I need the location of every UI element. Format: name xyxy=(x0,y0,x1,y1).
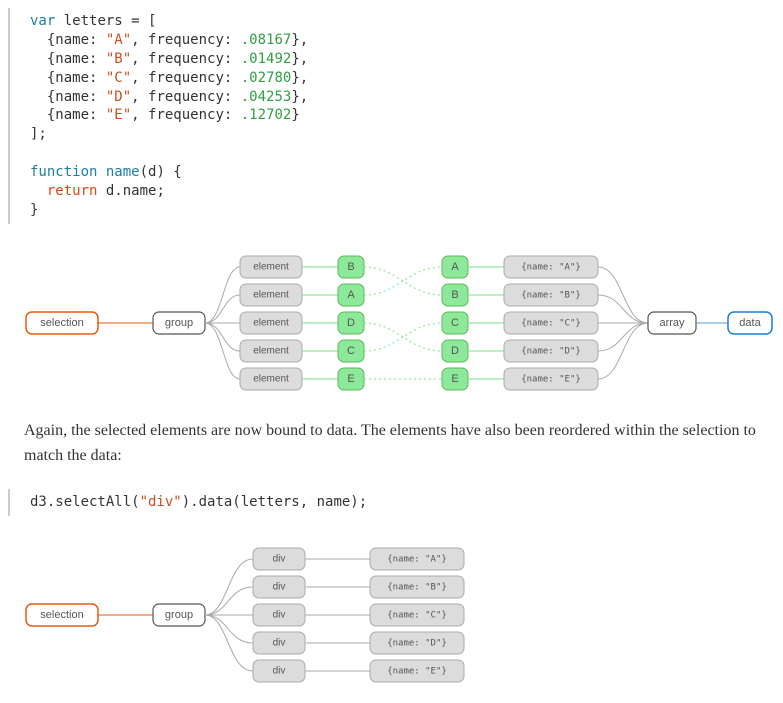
svg-text:div: div xyxy=(273,582,286,593)
code-block-letters: var letters = [ {name: "A", frequency: .… xyxy=(8,8,783,224)
d1-data: data xyxy=(739,317,761,329)
svg-text:div: div xyxy=(273,610,286,621)
svg-text:C: C xyxy=(451,317,459,329)
d1-right-letters: A B C D E xyxy=(442,256,468,390)
row-0-mid: , frequency: xyxy=(131,32,232,48)
diagram-result: selection group div div div div div {nam… xyxy=(8,540,783,690)
svg-text:C: C xyxy=(347,345,355,357)
row-0-str: "A" xyxy=(97,32,131,48)
svg-text:B: B xyxy=(451,289,458,301)
close-arr: ]; xyxy=(30,126,47,142)
svg-text:A: A xyxy=(347,289,355,301)
decl-name: letters xyxy=(64,13,123,29)
row-3-open: {name: xyxy=(30,89,97,105)
svg-text:element: element xyxy=(253,345,289,356)
row-4-open: {name: xyxy=(30,107,97,123)
svg-text:D: D xyxy=(347,317,355,329)
eq-open: = [ xyxy=(123,13,157,29)
row-3-mid: , frequency: xyxy=(131,89,232,105)
d1-selection: selection xyxy=(40,317,83,329)
row-1-close: }, xyxy=(291,51,308,67)
d2-selection: selection xyxy=(40,609,83,621)
row-2-open: {name: xyxy=(30,70,97,86)
row-4-num: .12702 xyxy=(232,107,291,123)
svg-text:{name: "E"}: {name: "E"} xyxy=(387,666,447,676)
code-block-selectall: d3.selectAll("div").data(letters, name); xyxy=(8,489,783,516)
fn-close: } xyxy=(30,202,38,218)
row-3-num: .04253 xyxy=(232,89,291,105)
row-2-close: }, xyxy=(291,70,308,86)
row-1-mid: , frequency: xyxy=(131,51,232,67)
svg-text:{name: "D"}: {name: "D"} xyxy=(387,638,447,648)
d2-data-objs: {name: "A"} {name: "B"} {name: "C"} {nam… xyxy=(370,548,464,682)
fn-params: (d) { xyxy=(140,164,182,180)
row-2-str: "C" xyxy=(97,70,131,86)
diagram-key-join: selection group element element element … xyxy=(8,248,783,398)
svg-text:A: A xyxy=(451,261,459,273)
d2-group: group xyxy=(165,609,193,621)
svg-text:element: element xyxy=(253,289,289,300)
svg-text:B: B xyxy=(347,261,354,273)
row-4-str: "E" xyxy=(97,107,131,123)
svg-text:D: D xyxy=(451,345,459,357)
d1-data-objs: {name: "A"} {name: "B"} {name: "C"} {nam… xyxy=(504,256,598,390)
row-1-open: {name: xyxy=(30,51,97,67)
row-4-close: } xyxy=(291,107,299,123)
row-3-close: }, xyxy=(291,89,308,105)
svg-text:E: E xyxy=(451,373,458,385)
kw-return: return xyxy=(30,183,97,199)
d2-divs: div div div div div xyxy=(253,548,305,682)
svg-text:{name: "A"}: {name: "A"} xyxy=(521,262,581,272)
row-0-close: }, xyxy=(291,32,308,48)
row-2-mid: , frequency: xyxy=(131,70,232,86)
svg-text:div: div xyxy=(273,666,286,677)
svg-text:{name: "E"}: {name: "E"} xyxy=(521,374,581,384)
prose-reordered: Again, the selected elements are now bou… xyxy=(24,418,775,469)
d1-array: array xyxy=(659,317,685,329)
c2-str: "div" xyxy=(140,494,182,510)
row-1-str: "B" xyxy=(97,51,131,67)
svg-text:{name: "B"}: {name: "B"} xyxy=(521,290,581,300)
svg-text:{name: "D"}: {name: "D"} xyxy=(521,346,581,356)
row-0-num: .08167 xyxy=(232,32,291,48)
kw-function: function xyxy=(30,164,97,180)
svg-text:{name: "C"}: {name: "C"} xyxy=(521,318,581,328)
d1-group: group xyxy=(165,317,193,329)
svg-text:div: div xyxy=(273,638,286,649)
row-0-open: {name: xyxy=(30,32,97,48)
svg-text:element: element xyxy=(253,317,289,328)
d1-elements: element element element element element xyxy=(240,256,302,390)
row-1-num: .01492 xyxy=(232,51,291,67)
c2-suffix: ).data(letters, name); xyxy=(182,494,367,510)
svg-text:{name: "A"}: {name: "A"} xyxy=(387,554,447,564)
row-3-str: "D" xyxy=(97,89,131,105)
svg-text:element: element xyxy=(253,373,289,384)
fn-name: name xyxy=(97,164,139,180)
kw-var: var xyxy=(30,13,55,29)
d1-left-letters: B A D C E xyxy=(338,256,364,390)
svg-text:div: div xyxy=(273,554,286,565)
svg-text:{name: "B"}: {name: "B"} xyxy=(387,582,447,592)
row-2-num: .02780 xyxy=(232,70,291,86)
svg-text:{name: "C"}: {name: "C"} xyxy=(387,610,447,620)
ret-body: d.name; xyxy=(97,183,164,199)
svg-text:element: element xyxy=(253,261,289,272)
svg-text:E: E xyxy=(347,373,354,385)
c2-prefix: d3.selectAll( xyxy=(30,494,140,510)
row-4-mid: , frequency: xyxy=(131,107,232,123)
